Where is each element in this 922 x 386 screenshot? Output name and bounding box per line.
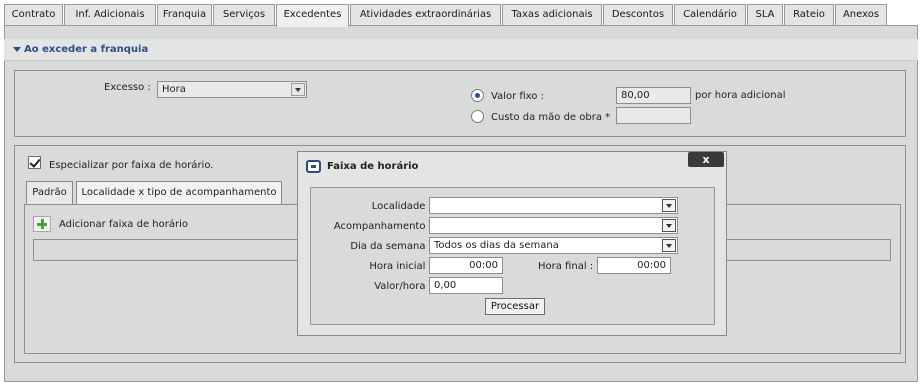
chevron-down-icon[interactable] (662, 239, 676, 252)
labor-cost-label: Custo da mão de obra * (491, 112, 611, 123)
weekday-select-value: Todos os dias da semana (434, 240, 559, 251)
fixed-value-label: Valor fixo : (491, 91, 544, 102)
excess-select[interactable]: Hora (157, 81, 307, 98)
tab-atividades-extraordinarias[interactable]: Atividades extraordinárias (350, 4, 501, 26)
end-time-input[interactable]: 00:00 (597, 257, 671, 274)
tab-calendario[interactable]: Calendário (674, 4, 746, 26)
close-button[interactable]: x (688, 152, 724, 167)
weekday-label: Dia da semana : (350, 241, 432, 252)
tab-rateio[interactable]: Rateio (784, 4, 834, 26)
process-button[interactable]: Processar (485, 298, 545, 315)
end-time-label: Hora final : (538, 261, 594, 272)
dialog-title: Faixa de horário (327, 161, 419, 172)
chevron-down-icon[interactable] (291, 83, 305, 96)
labor-cost-input[interactable] (616, 107, 691, 124)
specialize-checkbox[interactable] (28, 156, 41, 169)
dialog-form: Localidade : Acompanhamento : Dia da sem… (310, 187, 715, 325)
specialize-label: Especializar por faixa de horário. (49, 160, 214, 171)
inner-tab-localidade-acompanhamento[interactable]: Localidade x tipo de acompanhamento (76, 181, 282, 205)
rate-label: Valor/hora : (374, 281, 432, 292)
window-icon (306, 160, 321, 173)
tracking-label: Acompanhamento : (333, 221, 432, 232)
tab-servicos[interactable]: Serviços (213, 4, 275, 26)
contract-tabs: Contrato Inf. Adicionais Franquia Serviç… (4, 4, 918, 27)
fixed-value-input[interactable]: 80,00 (616, 87, 691, 104)
time-range-dialog: Faixa de horário x Localidade : Acompanh… (297, 151, 727, 336)
tab-contrato[interactable]: Contrato (4, 4, 63, 26)
start-time-input[interactable]: 00:00 (429, 257, 503, 274)
labor-cost-radio[interactable] (471, 110, 484, 123)
add-icon[interactable] (33, 216, 51, 232)
section-header[interactable]: Ao exceder a franquia (4, 39, 918, 61)
weekday-select[interactable]: Todos os dias da semana (429, 237, 678, 254)
chevron-down-icon[interactable] (662, 219, 676, 232)
tab-anexos[interactable]: Anexos (835, 4, 887, 26)
collapse-arrow-icon (13, 47, 21, 52)
tab-sla[interactable]: SLA (747, 4, 783, 26)
fixed-value-suffix: por hora adicional (695, 90, 786, 101)
inner-tab-padrao[interactable]: Padrão (26, 181, 73, 205)
rate-input[interactable]: 0,00 (429, 277, 503, 294)
section-title: Ao exceder a franquia (24, 44, 149, 55)
add-range-label[interactable]: Adicionar faixa de horário (59, 219, 188, 230)
tab-franquia[interactable]: Franquia (157, 4, 212, 26)
locality-label: Localidade : (371, 201, 432, 212)
tab-descontos[interactable]: Descontos (603, 4, 673, 26)
excess-select-value: Hora (162, 84, 186, 95)
tab-excedentes[interactable]: Excedentes (276, 4, 349, 27)
tab-inf-adicionais[interactable]: Inf. Adicionais (64, 4, 156, 26)
locality-select[interactable] (429, 197, 678, 214)
tab-taxas-adicionais[interactable]: Taxas adicionais (502, 4, 602, 26)
fixed-value-radio[interactable] (471, 89, 484, 102)
excess-box (14, 70, 906, 137)
chevron-down-icon[interactable] (662, 199, 676, 212)
tracking-select[interactable] (429, 217, 678, 234)
excess-label: Excesso : (104, 82, 151, 93)
start-time-label: Hora inicial : (369, 261, 432, 272)
